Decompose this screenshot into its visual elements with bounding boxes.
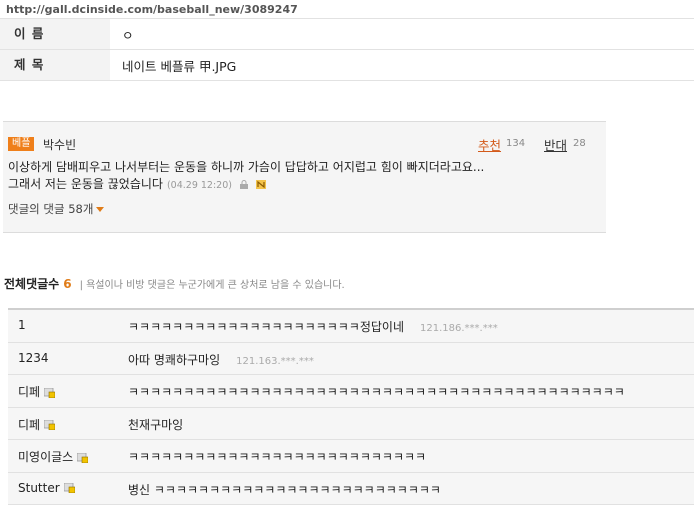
comment-row: 미영이글스 ㅋㅋㅋㅋㅋㅋㅋㅋㅋㅋㅋㅋㅋㅋㅋㅋㅋㅋㅋㅋㅋㅋㅋㅋㅋㅋㅋ: [8, 440, 694, 473]
comment-text: ㅋㅋㅋㅋㅋㅋㅋㅋㅋㅋㅋㅋㅋㅋㅋㅋㅋㅋㅋㅋㅋㅋㅋㅋㅋㅋㅋㅋㅋㅋㅋㅋㅋㅋㅋㅋㅋㅋㅋㅋ…: [128, 385, 625, 399]
best-comment-box: 베플 박수빈 추천 134 반대 28 이상하게 담배피우고 나서부터는 운동을…: [3, 121, 606, 233]
comment-ip: 121.163.***.***: [236, 355, 314, 367]
page-url: http://gall.dcinside.com/baseball_new/30…: [6, 3, 298, 16]
comment-author-wrap: 미영이글스: [18, 448, 89, 465]
comment-author[interactable]: Stutter: [18, 481, 60, 495]
new-icon: [255, 180, 266, 189]
comments-header-label: 전체댓글수: [4, 277, 60, 291]
comment-row: Stutter 병신 ㅋㅋㅋㅋㅋㅋㅋㅋㅋㅋㅋㅋㅋㅋㅋㅋㅋㅋㅋㅋㅋㅋㅋㅋㅋㅋ: [8, 473, 694, 505]
post-name-row: 이 름 ㅇ: [0, 18, 694, 50]
comment-text: ㅋㅋㅋㅋㅋㅋㅋㅋㅋㅋㅋㅋㅋㅋㅋㅋㅋㅋㅋㅋㅋ정답이네: [128, 320, 405, 334]
post-name-value: ㅇ: [122, 27, 134, 43]
recommend-count: 134: [506, 138, 526, 149]
post-title-label: 제 목: [0, 50, 110, 80]
post-name-label: 이 름: [0, 19, 110, 49]
comments-notice: | 욕설이나 비방 댓글은 누군가에게 큰 상처로 남을 수 있습니다.: [79, 280, 345, 291]
best-badge: 베플: [8, 137, 35, 151]
oppose-count: 28: [573, 138, 586, 149]
comments-header: 전체댓글수 6 | 욕설이나 비방 댓글은 누군가에게 큰 상처로 남을 수 있습니…: [4, 275, 345, 292]
comment-text: 병신 ㅋㅋㅋㅋㅋㅋㅋㅋㅋㅋㅋㅋㅋㅋㅋㅋㅋㅋㅋㅋㅋㅋㅋㅋㅋㅋ: [128, 482, 441, 497]
comment-author[interactable]: 디페: [18, 385, 40, 399]
gallog-icon: [63, 483, 75, 493]
recommend-button[interactable]: 추천: [478, 135, 501, 154]
comment-list: 1 ㅋㅋㅋㅋㅋㅋㅋㅋㅋㅋㅋㅋㅋㅋㅋㅋㅋㅋㅋㅋㅋ정답이네 121.186.***.*…: [8, 308, 694, 505]
comment-text-wrap: 아따 명쾌하구마잉 121.163.***.***: [128, 351, 314, 368]
oppose-button[interactable]: 반대: [544, 135, 567, 154]
chevron-down-icon: [96, 207, 105, 212]
gallog-icon: [77, 452, 89, 463]
comments-count: 6: [63, 277, 72, 291]
best-comment-line2: 그래서 저는 운동을 끊었습니다 (04.29 12:20): [8, 175, 266, 192]
best-comment-line2-text: 그래서 저는 운동을 끊었습니다: [8, 177, 163, 191]
comment-text-wrap: ㅋㅋㅋㅋㅋㅋㅋㅋㅋㅋㅋㅋㅋㅋㅋㅋㅋㅋㅋㅋㅋ정답이네 121.186.***.***: [128, 318, 498, 335]
gallog-icon: [44, 387, 56, 398]
reply-toggle-label: 댓글의 댓글 58개: [8, 202, 94, 216]
comment-ip: 121.186.***.***: [420, 323, 498, 334]
best-comment-date: (04.29 12:20): [166, 180, 232, 191]
gallog-icon: [44, 420, 56, 430]
comment-author[interactable]: 디페: [18, 418, 40, 432]
comment-author[interactable]: 미영이글스: [18, 450, 73, 464]
comment-text: 천재구마잉: [128, 417, 184, 432]
reply-toggle-button[interactable]: 댓글의 댓글 58개: [8, 201, 105, 217]
comment-row: 1 ㅋㅋㅋㅋㅋㅋㅋㅋㅋㅋㅋㅋㅋㅋㅋㅋㅋㅋㅋㅋㅋ정답이네 121.186.***.*…: [8, 310, 694, 343]
post-title-value: 네이트 베플류 甲.JPG: [122, 58, 237, 74]
comment-row: 디페 천재구마잉: [8, 408, 694, 440]
comment-row: 디페 ㅋㅋㅋㅋㅋㅋㅋㅋㅋㅋㅋㅋㅋㅋㅋㅋㅋㅋㅋㅋㅋㅋㅋㅋㅋㅋㅋㅋㅋㅋㅋㅋㅋㅋㅋㅋㅋ…: [8, 375, 694, 408]
comment-text: 아따 명쾌하구마잉: [128, 352, 221, 367]
lock-icon: [239, 180, 248, 189]
comment-row: 1234 아따 명쾌하구마잉 121.163.***.***: [8, 343, 694, 375]
comment-author-wrap: 디페: [18, 383, 56, 400]
comment-author-wrap: Stutter: [18, 481, 75, 495]
best-comment-line1: 이상하게 담배피우고 나서부터는 운동을 하니까 가슴이 답답하고 어지럽고 힘…: [8, 160, 485, 174]
comment-author[interactable]: 1234: [18, 351, 49, 365]
post-info-table: 이 름 ㅇ 제 목 네이트 베플류 甲.JPG: [0, 18, 694, 81]
comment-text: ㅋㅋㅋㅋㅋㅋㅋㅋㅋㅋㅋㅋㅋㅋㅋㅋㅋㅋㅋㅋㅋㅋㅋㅋㅋㅋㅋ: [128, 450, 427, 464]
comment-author-wrap: 디페: [18, 416, 56, 433]
comment-author[interactable]: 1: [18, 318, 26, 332]
best-comment-author[interactable]: 박수빈: [43, 136, 76, 153]
post-title-row: 제 목 네이트 베플류 甲.JPG: [0, 50, 694, 81]
